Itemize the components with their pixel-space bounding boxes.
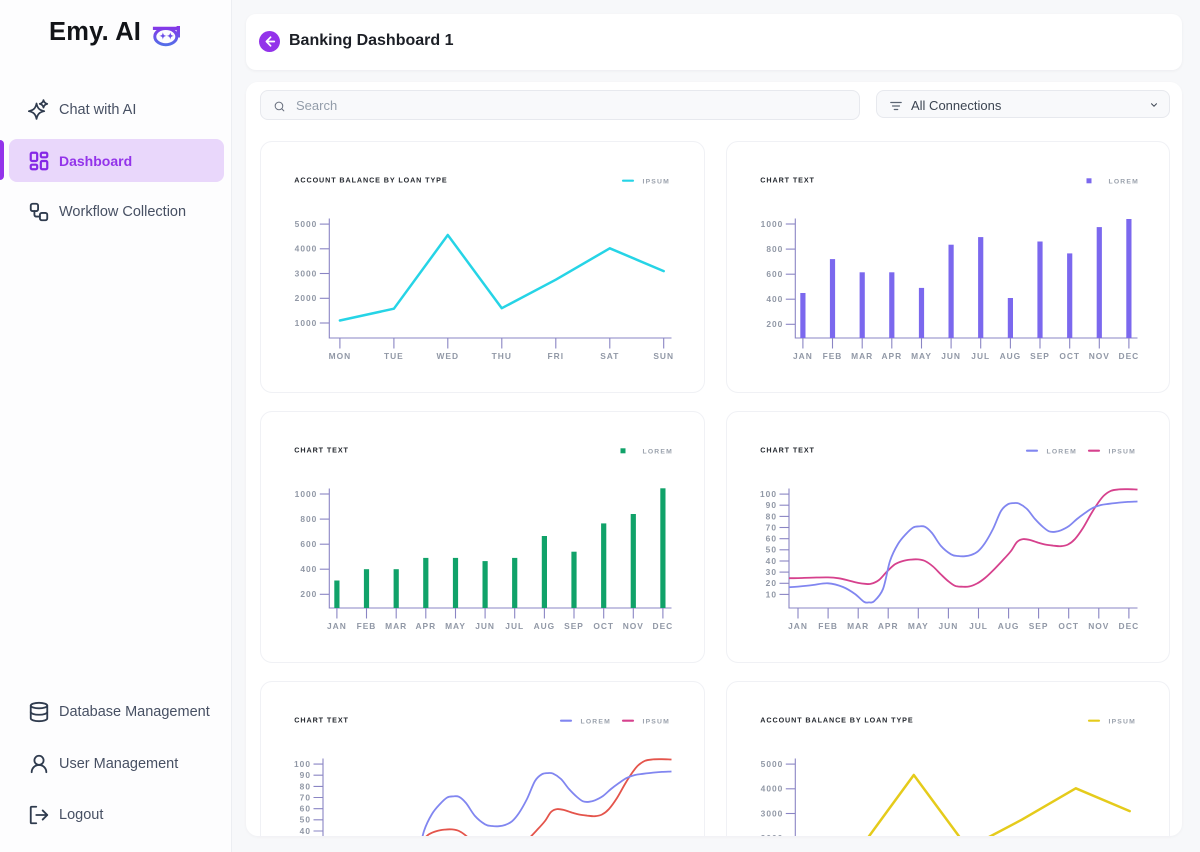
svg-text:800: 800: [766, 244, 783, 254]
svg-text:600: 600: [766, 269, 783, 279]
svg-text:LOREM: LOREM: [1108, 178, 1139, 185]
svg-text:APR: APR: [881, 351, 902, 361]
svg-text:JUL: JUL: [505, 620, 524, 630]
svg-text:MAR: MAR: [385, 620, 407, 630]
svg-text:200: 200: [300, 589, 317, 599]
svg-text:LOREM: LOREM: [642, 448, 673, 455]
svg-text:30: 30: [765, 566, 776, 576]
svg-text:ACCOUNT BALANCE BY LOAN TYPE: ACCOUNT BALANCE BY LOAN TYPE: [294, 175, 447, 184]
svg-text:80: 80: [300, 781, 311, 791]
svg-text:CHART TEXT: CHART TEXT: [294, 715, 349, 724]
svg-text:JAN: JAN: [793, 351, 813, 361]
svg-text:APR: APR: [877, 620, 898, 630]
svg-text:70: 70: [300, 792, 311, 802]
svg-text:2000: 2000: [295, 293, 318, 303]
svg-text:SEP: SEP: [1028, 620, 1048, 630]
svg-text:JUL: JUL: [969, 620, 988, 630]
svg-text:MAR: MAR: [847, 620, 869, 630]
svg-text:4000: 4000: [295, 243, 318, 253]
svg-text:3000: 3000: [760, 808, 783, 818]
svg-text:AUG: AUG: [997, 620, 1019, 630]
svg-text:ACCOUNT BALANCE BY LOAN TYPE: ACCOUNT BALANCE BY LOAN TYPE: [760, 715, 913, 724]
svg-text:FEB: FEB: [822, 351, 842, 361]
svg-text:40: 40: [300, 825, 311, 835]
svg-text:MAY: MAY: [907, 620, 928, 630]
svg-text:NOV: NOV: [623, 620, 644, 630]
svg-text:OCT: OCT: [1058, 620, 1079, 630]
svg-text:SUN: SUN: [653, 351, 674, 361]
svg-text:3000: 3000: [295, 268, 318, 278]
svg-text:OCT: OCT: [1059, 351, 1080, 361]
svg-text:20: 20: [765, 578, 776, 588]
svg-text:JAN: JAN: [788, 620, 808, 630]
svg-text:MAY: MAY: [911, 351, 932, 361]
svg-text:APR: APR: [415, 620, 436, 630]
svg-text:NOV: NOV: [1088, 351, 1109, 361]
svg-text:600: 600: [300, 539, 317, 549]
svg-text:1000: 1000: [295, 317, 318, 327]
svg-text:DEC: DEC: [653, 620, 674, 630]
svg-text:60: 60: [765, 533, 776, 543]
svg-text:MON: MON: [329, 351, 352, 361]
svg-text:JUN: JUN: [938, 620, 958, 630]
svg-text:IPSUM: IPSUM: [1108, 448, 1135, 455]
svg-text:AUG: AUG: [534, 620, 556, 630]
svg-text:1000: 1000: [295, 488, 318, 498]
svg-text:SEP: SEP: [1030, 351, 1050, 361]
svg-text:70: 70: [765, 522, 776, 532]
svg-text:60: 60: [300, 803, 311, 813]
svg-text:FEB: FEB: [818, 620, 838, 630]
svg-text:400: 400: [300, 564, 317, 574]
svg-text:80: 80: [765, 511, 776, 521]
svg-text:4000: 4000: [760, 783, 783, 793]
svg-text:IPSUM: IPSUM: [1108, 718, 1135, 725]
svg-text:DEC: DEC: [1118, 620, 1139, 630]
svg-text:90: 90: [300, 770, 311, 780]
svg-text:400: 400: [766, 294, 783, 304]
svg-text:DEC: DEC: [1118, 351, 1139, 361]
svg-text:100: 100: [294, 759, 311, 769]
svg-text:SEP: SEP: [564, 620, 584, 630]
svg-text:5000: 5000: [760, 759, 783, 769]
svg-text:CHART TEXT: CHART TEXT: [760, 175, 815, 184]
svg-text:THU: THU: [492, 351, 512, 361]
svg-text:800: 800: [300, 514, 317, 524]
svg-text:CHART TEXT: CHART TEXT: [294, 445, 349, 454]
svg-text:1000: 1000: [760, 218, 783, 228]
svg-text:LOREM: LOREM: [580, 718, 611, 725]
svg-text:FEB: FEB: [357, 620, 377, 630]
svg-text:IPSUM: IPSUM: [642, 718, 669, 725]
svg-text:SAT: SAT: [600, 351, 619, 361]
svg-text:2000: 2000: [760, 833, 783, 836]
svg-text:JUN: JUN: [475, 620, 495, 630]
svg-text:JAN: JAN: [327, 620, 347, 630]
svg-text:200: 200: [766, 319, 783, 329]
svg-text:MAR: MAR: [851, 351, 873, 361]
svg-text:LOREM: LOREM: [1046, 448, 1077, 455]
svg-text:40: 40: [765, 555, 776, 565]
svg-text:50: 50: [300, 814, 311, 824]
svg-text:CHART TEXT: CHART TEXT: [760, 445, 815, 454]
svg-text:50: 50: [765, 544, 776, 554]
svg-text:OCT: OCT: [593, 620, 614, 630]
svg-text:MAY: MAY: [445, 620, 466, 630]
svg-text:IPSUM: IPSUM: [642, 178, 669, 185]
svg-text:WED: WED: [437, 351, 460, 361]
svg-text:10: 10: [765, 589, 776, 599]
svg-text:90: 90: [765, 500, 776, 510]
svg-text:JUN: JUN: [941, 351, 961, 361]
svg-text:100: 100: [760, 489, 777, 499]
svg-text:NOV: NOV: [1088, 620, 1109, 630]
svg-text:TUE: TUE: [384, 351, 404, 361]
svg-text:FRI: FRI: [548, 351, 565, 361]
svg-text:AUG: AUG: [999, 351, 1021, 361]
svg-text:5000: 5000: [295, 219, 318, 229]
svg-text:JUL: JUL: [971, 351, 990, 361]
